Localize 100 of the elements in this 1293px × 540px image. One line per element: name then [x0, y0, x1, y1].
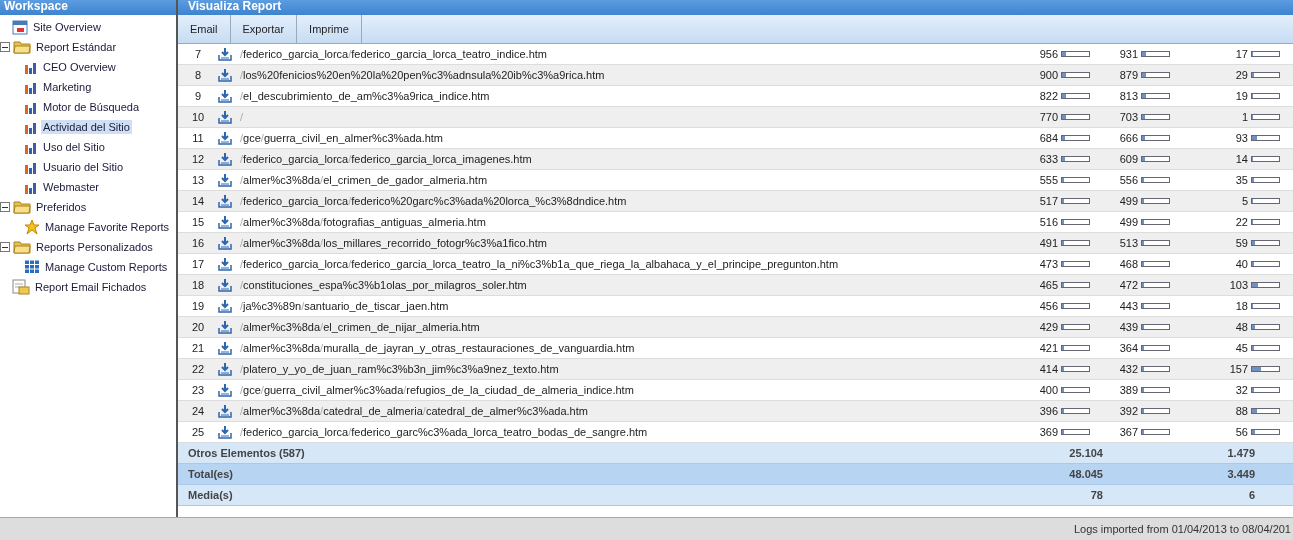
rank-cell-text: 18	[190, 279, 206, 291]
download-icon[interactable]	[218, 404, 232, 418]
count-cell-text: 703	[1118, 111, 1139, 123]
page-path-link[interactable]: /federico_garcia_lorca/federico%20garc%c3%ada%20lorca_%c3%8dndice.htm	[234, 195, 1001, 207]
count-cell-text: 48	[1234, 321, 1249, 333]
count-cell-text: 822	[1038, 90, 1059, 102]
download-icon[interactable]	[218, 236, 232, 250]
page-path-link[interactable]: /federico_garcia_lorca/federico_garcia_lorca_teatro_indice.htm	[234, 48, 1001, 60]
rank-cell-text: 25	[190, 426, 206, 438]
page-path-link[interactable]: /federico_garcia_lorca/federico_garcia_lorca_teatro_la_ni%c3%b1a_que_riega_la_albahaca_y_el_principe_pregunton.htm	[234, 258, 1001, 270]
page-path-link[interactable]: /almer%c3%8da/el_crimen_de_gador_almeria.htm	[234, 174, 1001, 186]
rank-cell-text: 13	[190, 174, 206, 186]
count-cell-text: 432	[1118, 363, 1139, 375]
count-cell-text: 666	[1118, 132, 1139, 144]
rank-cell-text: 19	[190, 300, 206, 312]
report-icon	[12, 279, 30, 295]
summary-value: 3.449	[1226, 468, 1256, 480]
collapse-toggle[interactable]	[0, 202, 10, 212]
tree-item[interactable]: Marketing	[41, 80, 94, 94]
page-path-link[interactable]: /almer%c3%8da/catedral_de_almeria/catedral_de_almer%c3%ada.htm	[234, 405, 1001, 417]
download-icon[interactable]	[218, 257, 232, 271]
calendar-icon	[12, 19, 28, 35]
download-icon[interactable]	[218, 110, 232, 124]
count-cell-text: 499	[1118, 195, 1139, 207]
summary-value: 78	[1089, 489, 1103, 501]
download-icon[interactable]	[218, 131, 232, 145]
tree-item[interactable]: Site Overview	[31, 20, 103, 34]
count-cell-text: 609	[1118, 153, 1139, 165]
page-path-link[interactable]: /los%20fenicios%20en%20la%20pen%c3%adnsula%20ib%c3%a9rica.htm	[234, 69, 1001, 81]
page-path-link[interactable]: /federico_garcia_lorca/federico_garcia_lorca_imagenes.htm	[234, 153, 1001, 165]
page-path-link[interactable]: /federico_garcia_lorca/federico_garc%c3%ada_lorca_teatro_bodas_de_sangre.htm	[234, 426, 1001, 438]
tree-item[interactable]: Actividad del Sitio	[41, 120, 132, 134]
count-cell-text: 956	[1038, 48, 1059, 60]
download-icon[interactable]	[218, 47, 232, 61]
count-cell-text: 684	[1038, 132, 1059, 144]
count-cell-text: 88	[1234, 405, 1249, 417]
tree-item[interactable]: Report Email Fichados	[33, 280, 149, 294]
tree-item[interactable]: Preferidos	[34, 200, 89, 214]
collapse-toggle[interactable]	[0, 42, 10, 52]
download-icon[interactable]	[218, 362, 232, 376]
count-cell-text: 556	[1118, 174, 1139, 186]
download-icon[interactable]	[218, 173, 232, 187]
download-icon[interactable]	[218, 320, 232, 334]
page-path-link[interactable]: /almer%c3%8da/muralla_de_jayran_y_otras_restauraciones_de_vanguardia.htm	[234, 342, 1001, 354]
download-icon[interactable]	[218, 194, 232, 208]
folder-icon	[13, 40, 31, 54]
count-cell-text: 499	[1118, 216, 1139, 228]
toolbar-button[interactable]: Exportar	[230, 15, 298, 43]
count-cell-text: 29	[1234, 69, 1249, 81]
page-path-link[interactable]: /constituciones_espa%c3%b1olas_por_milagros_soler.htm	[234, 279, 1001, 291]
toolbar-button[interactable]: Imprime	[297, 15, 362, 43]
download-icon[interactable]	[218, 278, 232, 292]
download-icon[interactable]	[218, 341, 232, 355]
page-path-link[interactable]: /almer%c3%8da/el_crimen_de_nijar_almeria.htm	[234, 321, 1001, 333]
tree-item[interactable]: Manage Favorite Reports	[43, 220, 172, 234]
rank-cell-text: 23	[190, 384, 206, 396]
count-cell-text: 456	[1038, 300, 1059, 312]
count-cell-text: 813	[1118, 90, 1139, 102]
rank-cell-text: 10	[190, 111, 206, 123]
toolbar-button[interactable]: Email	[178, 15, 231, 43]
collapse-toggle[interactable]	[0, 242, 10, 252]
download-icon[interactable]	[218, 383, 232, 397]
page-path-link[interactable]: /gce/guerra_civil_almer%c3%ada/refugios_de_la_ciudad_de_almeria_indice.htm	[234, 384, 1001, 396]
page-path-link[interactable]: /almer%c3%8da/los_millares_recorrido_fotogr%c3%a1fico.htm	[234, 237, 1001, 249]
download-icon[interactable]	[218, 89, 232, 103]
page-path-link[interactable]: /platero_y_yo_de_juan_ram%c3%b3n_jim%c3%a9nez_texto.htm	[234, 363, 1001, 375]
count-cell-text: 19	[1234, 90, 1249, 102]
download-icon[interactable]	[218, 152, 232, 166]
summary-label: Otros Elementos (587)	[187, 447, 306, 459]
page-path-link[interactable]: /gce/guerra_civil_en_almer%c3%ada.htm	[234, 132, 1001, 144]
count-cell-text: 157	[1228, 363, 1249, 375]
tree-item[interactable]: Uso del Sitio	[41, 140, 107, 154]
download-icon[interactable]	[218, 68, 232, 82]
count-cell-text: 879	[1118, 69, 1139, 81]
download-icon[interactable]	[218, 215, 232, 229]
download-icon[interactable]	[218, 299, 232, 313]
count-cell-text: 18	[1234, 300, 1249, 312]
download-icon[interactable]	[218, 425, 232, 439]
count-cell-text: 1	[1240, 111, 1249, 123]
rank-cell-text: 14	[190, 195, 206, 207]
count-cell-text: 443	[1118, 300, 1139, 312]
tree-item[interactable]: Reports Personalizados	[34, 240, 155, 254]
rank-cell-text: 16	[190, 237, 206, 249]
page-path-link[interactable]: /ja%c3%89n/santuario_de_tiscar_jaen.htm	[234, 300, 1001, 312]
tree-item[interactable]: CEO Overview	[41, 60, 118, 74]
tree-item[interactable]: Usuario del Sitio	[41, 160, 126, 174]
count-cell-text: 392	[1118, 405, 1139, 417]
tree-item[interactable]: Manage Custom Reports	[43, 260, 170, 274]
summary-value: 6	[1247, 489, 1256, 501]
count-cell-text: 468	[1118, 258, 1139, 270]
page-path-link[interactable]: /almer%c3%8da/fotografias_antiguas_almeria.htm	[234, 216, 1001, 228]
rank-cell-text: 17	[190, 258, 206, 270]
tree-item[interactable]: Report Estándar	[34, 40, 119, 54]
bar-chart-icon	[24, 180, 38, 194]
tree-item[interactable]: Motor de Búsqueda	[41, 100, 141, 114]
folder-icon	[13, 240, 31, 254]
page-path-link[interactable]: /el_descubrimiento_de_am%c3%a9rica_indice.htm	[234, 90, 1001, 102]
count-cell-text: 59	[1234, 237, 1249, 249]
count-cell-text: 56	[1234, 426, 1249, 438]
tree-item[interactable]: Webmaster	[41, 180, 102, 194]
